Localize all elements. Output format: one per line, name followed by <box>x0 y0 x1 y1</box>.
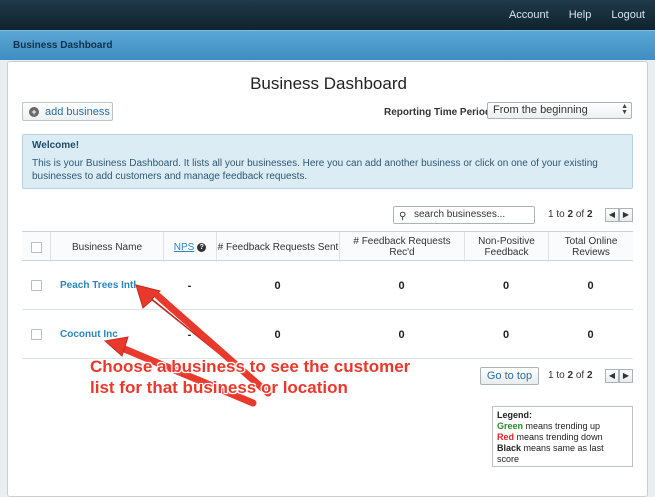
business-link[interactable]: Peach Trees Intl. <box>60 261 163 310</box>
pager-from: 1 <box>548 209 554 220</box>
help-icon[interactable]: ? <box>197 242 207 252</box>
header-non-positive[interactable]: Non-Positive Feedback <box>464 232 548 262</box>
sent-cell: 0 <box>274 279 281 292</box>
business-link[interactable]: Coconut Inc <box>60 310 163 359</box>
nps-cell: - <box>187 328 192 341</box>
help-link[interactable]: Help <box>569 9 592 21</box>
legend-red: Red <box>497 432 515 442</box>
pager-of-word: of <box>575 370 585 381</box>
pager-to: 2 <box>567 370 574 381</box>
select-arrows-icon: ▲ ▼ <box>621 103 628 116</box>
legend-red-line: Red means trending down <box>497 432 628 443</box>
nonpos-cell: 0 <box>502 279 510 292</box>
legend-red-text: means trending down <box>514 432 603 442</box>
reviews-cell: 0 <box>587 279 594 292</box>
pager-top-nav: ◀ ▶ <box>605 208 633 222</box>
pager-total: 2 <box>586 209 593 220</box>
prev-page-button[interactable]: ◀ <box>605 369 619 383</box>
welcome-box: Welcome! This is your Business Dashboard… <box>22 134 633 189</box>
annotation-line-2: list for that business or location <box>90 378 348 397</box>
legend-black-line: Black means same as last score <box>497 443 628 465</box>
pager-to-word: to <box>556 370 565 381</box>
legend-box: Legend: Green means trending up Red mean… <box>492 406 633 467</box>
business-table: Business Name NPS ? # Feedback Requests … <box>22 231 633 359</box>
logout-link[interactable]: Logout <box>611 9 645 21</box>
next-page-button[interactable]: ▶ <box>619 369 633 383</box>
annotation-line-1: Choose a business to see the customer <box>90 357 411 376</box>
top-bar: Account Help Logout <box>0 0 655 30</box>
legend-title: Legend: <box>497 410 532 420</box>
account-link[interactable]: Account <box>509 9 549 21</box>
sent-cell: 0 <box>274 328 281 341</box>
add-icon: + <box>29 106 39 117</box>
row-checkbox[interactable] <box>30 280 42 291</box>
nonpos-cell: 0 <box>502 328 510 341</box>
pager-total: 2 <box>586 370 593 381</box>
row-checkbox[interactable] <box>30 329 42 340</box>
legend-green-text: means trending up <box>523 421 601 431</box>
search-input[interactable]: ⚲ search businesses... <box>393 206 535 224</box>
nps-cell: - <box>187 279 192 292</box>
welcome-body: This is your Business Dashboard. It list… <box>32 158 598 182</box>
row-select-cell <box>22 310 50 359</box>
top-nav: Account Help Logout <box>489 9 645 21</box>
reporting-period-value: From the beginning <box>493 104 588 116</box>
header-business-name[interactable]: Business Name <box>50 232 163 262</box>
recd-cell: 0 <box>398 279 405 292</box>
header-requests-recd[interactable]: # Feedback Requests Rec'd <box>339 232 464 262</box>
recd-cell: 0 <box>398 328 405 341</box>
search-icon: ⚲ <box>399 211 407 222</box>
add-business-label: add business <box>45 105 110 118</box>
pager-to: 2 <box>567 209 574 220</box>
header-select-cell <box>22 232 50 262</box>
welcome-title: Welcome! <box>32 140 80 151</box>
select-all-checkbox[interactable] <box>30 241 42 253</box>
header-requests-sent[interactable]: # Feedback Requests Sent <box>216 232 339 262</box>
table-header: Business Name NPS ? # Feedback Requests … <box>22 231 633 262</box>
annotation-text: Choose a business to see the customer li… <box>90 356 440 398</box>
next-page-button[interactable]: ▶ <box>619 208 633 222</box>
pager-to-word: to <box>556 209 565 220</box>
go-to-top-button[interactable]: Go to top <box>480 367 539 385</box>
table-row: Coconut Inc - 0 0 0 0 <box>22 310 633 359</box>
legend-black: Black <box>497 443 522 453</box>
section-bar: Business Dashboard <box>0 30 655 60</box>
header-nps[interactable]: NPS ? <box>163 232 216 262</box>
header-online-reviews[interactable]: Total Online Reviews <box>548 232 633 262</box>
nps-link[interactable]: NPS <box>174 242 195 253</box>
pager-bottom: 1 to 2 of 2 <box>548 370 593 381</box>
table-row: Peach Trees Intl. - 0 0 0 0 <box>22 261 633 310</box>
pager-of-word: of <box>575 209 585 220</box>
search-placeholder: search businesses... <box>414 209 506 220</box>
reporting-period-select[interactable]: From the beginning ▲ ▼ <box>487 102 632 119</box>
pager-top: 1 to 2 of 2 <box>548 209 593 220</box>
row-select-cell <box>22 261 50 310</box>
prev-page-button[interactable]: ◀ <box>605 208 619 222</box>
pager-bottom-nav: ◀ ▶ <box>605 369 633 383</box>
pager-from: 1 <box>548 370 554 381</box>
legend-green-line: Green means trending up <box>497 421 628 432</box>
legend-green: Green <box>497 421 524 431</box>
reviews-cell: 0 <box>587 328 594 341</box>
reporting-period-label: Reporting Time Period <box>384 107 492 118</box>
page-title: Business Dashboard <box>250 74 407 93</box>
add-business-button[interactable]: + add business <box>22 102 113 121</box>
main-panel: Business Dashboard + add business Report… <box>7 61 648 497</box>
section-title: Business Dashboard <box>13 40 113 51</box>
